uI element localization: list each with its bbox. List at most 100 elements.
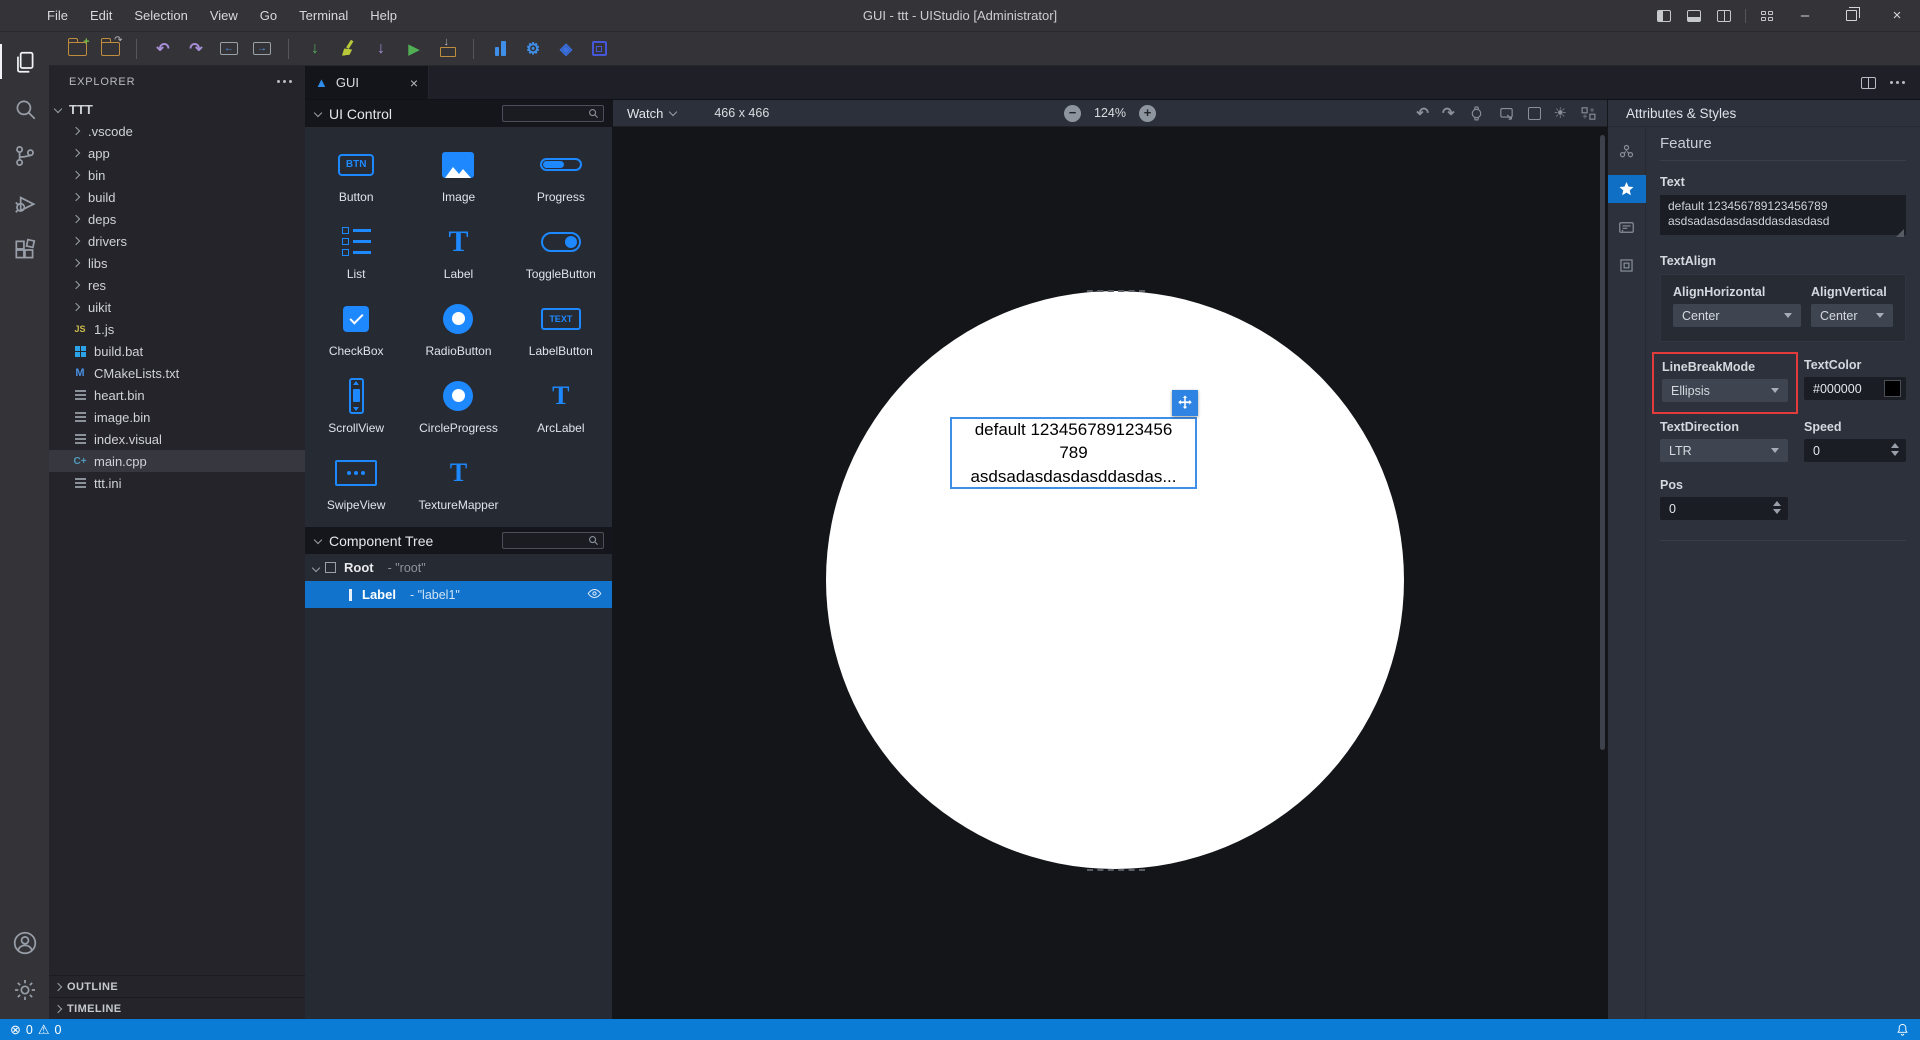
component-tree-root-row[interactable]: Root - "root" bbox=[305, 554, 612, 581]
shader-icon[interactable]: ◈ bbox=[554, 37, 578, 61]
run-icon[interactable]: ▶ bbox=[402, 37, 426, 61]
category-hierarchy-icon[interactable] bbox=[1608, 137, 1646, 165]
palette-item-radiobutton[interactable]: RadioButton bbox=[407, 291, 509, 368]
theme-brightness-icon[interactable]: ☀ bbox=[1554, 104, 1567, 122]
palette-item-image[interactable]: Image bbox=[407, 137, 509, 214]
tree-folder-deps[interactable]: deps bbox=[49, 208, 305, 230]
menu-help[interactable]: Help bbox=[359, 0, 408, 32]
problems-indicator[interactable]: ⊗ 0 ⚠ 0 bbox=[10, 1022, 61, 1038]
minimize-button[interactable]: – bbox=[1782, 0, 1828, 31]
undo-icon[interactable]: ↶ bbox=[1416, 104, 1429, 122]
layout-swap-icon[interactable] bbox=[1580, 105, 1597, 122]
design-canvas[interactable]: default 123456789123456 789 asdsadasdasd… bbox=[613, 127, 1607, 1019]
settings-gear-icon[interactable] bbox=[0, 966, 49, 1013]
palette-item-scrollview[interactable]: ScrollView bbox=[305, 368, 407, 445]
component-tree-header[interactable]: Component Tree bbox=[305, 527, 612, 554]
align-vertical-dropdown[interactable]: Center bbox=[1811, 304, 1893, 327]
tree-file-indexvisual[interactable]: index.visual bbox=[49, 428, 305, 450]
palette-item-arclabel[interactable]: TArcLabel bbox=[510, 368, 612, 445]
pos-input[interactable]: 0 bbox=[1660, 497, 1788, 520]
tree-folder-libs[interactable]: libs bbox=[49, 252, 305, 274]
undo-icon[interactable]: ↶ bbox=[151, 37, 175, 61]
menu-view[interactable]: View bbox=[199, 0, 249, 32]
speed-input[interactable]: 0 bbox=[1804, 439, 1906, 462]
pull-commits-icon[interactable]: ↓ bbox=[369, 37, 393, 61]
tree-folder-vscode[interactable]: .vscode bbox=[49, 120, 305, 142]
timeline-section[interactable]: TIMELINE bbox=[49, 997, 305, 1019]
tree-folder-res[interactable]: res bbox=[49, 274, 305, 296]
menu-terminal[interactable]: Terminal bbox=[288, 0, 359, 32]
menu-file[interactable]: File bbox=[36, 0, 79, 32]
notifications-button[interactable] bbox=[1895, 1022, 1910, 1037]
tree-folder-drivers[interactable]: drivers bbox=[49, 230, 305, 252]
toggle-sidebar-icon[interactable] bbox=[1649, 0, 1679, 31]
component-tree-search-input[interactable] bbox=[502, 532, 604, 549]
redo-icon[interactable]: ↷ bbox=[184, 37, 208, 61]
tree-folder-bin[interactable]: bin bbox=[49, 164, 305, 186]
source-control-activity-icon[interactable] bbox=[0, 132, 49, 179]
accounts-icon[interactable] bbox=[0, 919, 49, 966]
export-view-icon[interactable]: → bbox=[250, 37, 274, 61]
tree-file-1js[interactable]: JS1.js bbox=[49, 318, 305, 340]
menu-edit[interactable]: Edit bbox=[79, 0, 123, 32]
device-select-dropdown[interactable]: Watch bbox=[627, 106, 676, 121]
category-info-icon[interactable] bbox=[1608, 213, 1646, 241]
component-tree-label1-row[interactable]: Label - "label1" bbox=[305, 581, 612, 608]
tab-gui[interactable]: ▲ GUI × bbox=[305, 66, 429, 99]
gears-icon[interactable]: ⚙ bbox=[521, 37, 545, 61]
zoom-out-button[interactable]: − bbox=[1064, 105, 1081, 122]
more-actions-icon[interactable] bbox=[1890, 81, 1906, 85]
tree-file-heartbin[interactable]: heart.bin bbox=[49, 384, 305, 406]
linebreakmode-dropdown[interactable]: Ellipsis bbox=[1662, 379, 1788, 402]
palette-item-button[interactable]: BTNButton bbox=[305, 137, 407, 214]
close-button[interactable]: × bbox=[1874, 0, 1920, 31]
bar-chart-icon[interactable] bbox=[488, 37, 512, 61]
tree-folder-build[interactable]: build bbox=[49, 186, 305, 208]
select-region-icon[interactable] bbox=[1528, 107, 1541, 120]
outline-section[interactable]: OUTLINE bbox=[49, 975, 305, 997]
open-project-icon[interactable]: ↷ bbox=[98, 37, 122, 61]
palette-item-label[interactable]: TLabel bbox=[407, 214, 509, 291]
sort-numeric-icon[interactable]: ↓ bbox=[303, 37, 327, 61]
spinner-arrows-icon[interactable] bbox=[1891, 443, 1899, 456]
palette-item-togglebutton[interactable]: ToggleButton bbox=[510, 214, 612, 291]
search-activity-icon[interactable] bbox=[0, 85, 49, 132]
redo-icon[interactable]: ↷ bbox=[1442, 104, 1455, 122]
canvas-vertical-scrollbar[interactable] bbox=[1600, 135, 1605, 750]
tree-root-ttt[interactable]: TTT bbox=[49, 98, 305, 120]
more-actions-icon[interactable] bbox=[277, 80, 293, 84]
customize-layout-icon[interactable] bbox=[1752, 0, 1782, 31]
category-frame-icon[interactable] bbox=[1608, 251, 1646, 279]
restore-button[interactable] bbox=[1828, 0, 1874, 31]
textcolor-input[interactable]: #000000 bbox=[1804, 377, 1906, 400]
palette-item-swipeview[interactable]: SwipeView bbox=[305, 445, 407, 522]
watch-screen-circle[interactable] bbox=[826, 291, 1404, 869]
run-debug-activity-icon[interactable] bbox=[0, 179, 49, 226]
color-swatch[interactable] bbox=[1884, 380, 1901, 397]
spinner-arrows-icon[interactable] bbox=[1773, 501, 1781, 514]
tree-folder-app[interactable]: app bbox=[49, 142, 305, 164]
toggle-panel-icon[interactable] bbox=[1679, 0, 1709, 31]
palette-item-circleprogress[interactable]: CircleProgress bbox=[407, 368, 509, 445]
palette-item-progress[interactable]: Progress bbox=[510, 137, 612, 214]
ui-control-search-input[interactable] bbox=[502, 105, 604, 122]
category-feature-icon[interactable] bbox=[1608, 175, 1646, 203]
palette-item-checkbox[interactable]: CheckBox bbox=[305, 291, 407, 368]
tab-close-icon[interactable]: × bbox=[410, 75, 418, 91]
new-project-icon[interactable]: + bbox=[65, 37, 89, 61]
textdirection-dropdown[interactable]: LTR bbox=[1660, 439, 1788, 462]
toggle-secondary-sidebar-icon[interactable] bbox=[1709, 0, 1739, 31]
watch-device-icon[interactable] bbox=[1468, 105, 1485, 122]
tree-file-buildbat[interactable]: build.bat bbox=[49, 340, 305, 362]
split-editor-icon[interactable] bbox=[1861, 77, 1876, 89]
menu-go[interactable]: Go bbox=[249, 0, 288, 32]
align-horizontal-dropdown[interactable]: Center bbox=[1673, 304, 1801, 327]
extensions-activity-icon[interactable] bbox=[0, 226, 49, 273]
explorer-activity-icon[interactable] bbox=[0, 38, 49, 85]
zoom-in-button[interactable]: + bbox=[1139, 105, 1156, 122]
tree-file-tttini[interactable]: ttt.ini bbox=[49, 472, 305, 494]
palette-item-labelbutton[interactable]: TEXTLabelButton bbox=[510, 291, 612, 368]
move-handle[interactable] bbox=[1172, 390, 1198, 416]
tree-file-maincpp[interactable]: C+main.cpp bbox=[49, 450, 305, 472]
import-view-icon[interactable]: ← bbox=[217, 37, 241, 61]
